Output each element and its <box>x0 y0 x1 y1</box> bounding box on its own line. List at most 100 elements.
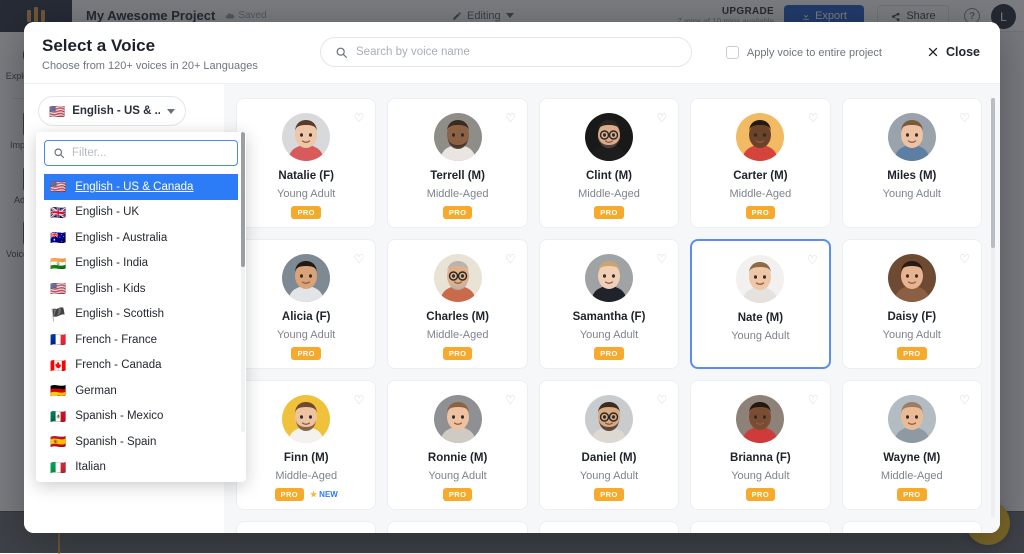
voice-avatar[interactable] <box>736 395 784 443</box>
voice-name: Terrell (M) <box>430 170 485 182</box>
flag-icon: 🇨🇦 <box>50 359 66 372</box>
voice-card[interactable]: ♡ <box>236 521 376 533</box>
voice-grid: ♡ Natalie (F)Young AdultPRO♡ Terrell (M)… <box>236 98 982 533</box>
language-option[interactable]: 🇫🇷French - France <box>44 327 238 353</box>
favorite-heart-icon[interactable]: ♡ <box>656 111 667 125</box>
voice-avatar[interactable] <box>282 113 330 161</box>
voice-badges: PRO <box>594 206 623 219</box>
grid-scrollbar-thumb[interactable] <box>991 98 995 248</box>
flag-icon: 🇬🇧 <box>50 206 66 219</box>
voice-card[interactable]: ♡ Finn (M)Middle-AgedPRO★NEW <box>236 380 376 510</box>
voice-card[interactable]: ♡ Daisy (F)Young AdultPRO <box>842 239 982 369</box>
favorite-heart-icon[interactable]: ♡ <box>959 252 970 266</box>
voice-card[interactable]: ♡ <box>539 521 679 533</box>
close-button[interactable]: Close <box>927 45 980 59</box>
flag-icon: 🇺🇸 <box>50 282 66 295</box>
language-option[interactable]: 🇮🇹Italian <box>44 455 238 475</box>
favorite-heart-icon[interactable]: ♡ <box>808 393 819 407</box>
language-filter-input[interactable] <box>72 147 222 159</box>
voice-card[interactable]: ♡ Natalie (F)Young AdultPRO <box>236 98 376 228</box>
voice-card[interactable]: ♡ Carter (M)Middle-AgedPRO <box>690 98 830 228</box>
language-option[interactable]: 🏴English - Scottish <box>44 302 238 328</box>
voice-avatar[interactable] <box>736 255 784 303</box>
voice-avatar[interactable] <box>282 395 330 443</box>
favorite-heart-icon[interactable]: ♡ <box>505 111 516 125</box>
language-option-label: Spanish - Spain <box>75 436 156 448</box>
language-option-list[interactable]: 🇺🇸English - US & Canada🇬🇧English - UK🇦🇺E… <box>44 174 238 474</box>
voice-avatar[interactable] <box>888 254 936 302</box>
voice-card[interactable]: ♡ Brianna (F)Young AdultPRO <box>690 380 830 510</box>
voice-badges: PRO <box>746 488 775 501</box>
voice-card[interactable]: ♡ Clint (M)Middle-AgedPRO <box>539 98 679 228</box>
favorite-heart-icon[interactable]: ♡ <box>959 393 970 407</box>
favorite-heart-icon[interactable]: ♡ <box>505 252 516 266</box>
favorite-heart-icon[interactable]: ♡ <box>656 393 667 407</box>
voice-card[interactable]: ♡ <box>842 521 982 533</box>
portrait-image <box>888 395 936 443</box>
voice-card[interactable]: ♡ Miles (M)Young Adult <box>842 98 982 228</box>
voice-name: Natalie (F) <box>278 170 334 182</box>
language-pane: 🇺🇸 English - US & ... 🇺🇸English - US & C… <box>24 84 224 533</box>
favorite-heart-icon[interactable]: ♡ <box>354 252 365 266</box>
language-option[interactable]: 🇺🇸English - US & Canada <box>44 174 238 200</box>
favorite-heart-icon[interactable]: ♡ <box>354 393 365 407</box>
favorite-heart-icon[interactable]: ♡ <box>959 111 970 125</box>
voice-avatar[interactable] <box>888 113 936 161</box>
voice-badges: PRO <box>897 347 926 360</box>
voice-avatar[interactable] <box>888 395 936 443</box>
dropdown-scrollbar-thumb[interactable] <box>241 132 245 267</box>
voice-name: Brianna (F) <box>730 452 791 464</box>
voice-name: Samantha (F) <box>573 311 646 323</box>
favorite-heart-icon[interactable]: ♡ <box>354 111 365 125</box>
search-input[interactable] <box>356 46 676 58</box>
new-badge-label: NEW <box>319 490 338 499</box>
voice-name: Clint (M) <box>586 170 632 182</box>
language-selector-button[interactable]: 🇺🇸 English - US & ... <box>38 96 186 126</box>
voice-avatar[interactable] <box>282 254 330 302</box>
voice-card[interactable]: ♡ Ronnie (M)Young AdultPRO <box>387 380 527 510</box>
voice-avatar[interactable] <box>585 395 633 443</box>
voice-card[interactable]: ♡ Wayne (M)Middle-AgedPRO <box>842 380 982 510</box>
voice-card[interactable]: ♡ Samantha (F)Young AdultPRO <box>539 239 679 369</box>
favorite-heart-icon[interactable]: ♡ <box>505 393 516 407</box>
language-option[interactable]: 🇩🇪German <box>44 378 238 404</box>
voice-card[interactable]: ♡ <box>690 521 830 533</box>
voice-card[interactable]: ♡ Terrell (M)Middle-AgedPRO <box>387 98 527 228</box>
language-option[interactable]: 🇬🇧English - UK <box>44 200 238 226</box>
voice-avatar[interactable] <box>585 113 633 161</box>
favorite-heart-icon[interactable]: ♡ <box>807 253 818 267</box>
voice-card[interactable]: ♡ Daniel (M)Young AdultPRO <box>539 380 679 510</box>
apply-voice-entire-project[interactable]: Apply voice to entire project <box>726 46 882 59</box>
favorite-heart-icon[interactable]: ♡ <box>808 111 819 125</box>
voice-card[interactable]: ♡ <box>387 521 527 533</box>
language-option[interactable]: 🇪🇸Spanish - Spain <box>44 429 238 455</box>
pro-badge: PRO <box>275 488 304 501</box>
voice-card[interactable]: ♡ Alicia (F)Young AdultPRO <box>236 239 376 369</box>
voice-badges: PRO <box>594 347 623 360</box>
portrait-image <box>585 113 633 161</box>
language-option[interactable]: 🇲🇽Spanish - Mexico <box>44 404 238 430</box>
voice-avatar[interactable] <box>736 113 784 161</box>
voice-avatar[interactable] <box>585 254 633 302</box>
apply-all-checkbox[interactable] <box>726 46 739 59</box>
language-dropdown[interactable]: 🇺🇸English - US & Canada🇬🇧English - UK🇦🇺E… <box>36 132 246 482</box>
favorite-heart-icon[interactable]: ♡ <box>656 252 667 266</box>
portrait-image <box>282 254 330 302</box>
language-option[interactable]: 🇦🇺English - Australia <box>44 225 238 251</box>
voice-avatar[interactable] <box>434 113 482 161</box>
pro-badge: PRO <box>897 347 926 360</box>
language-option-label: German <box>75 385 117 397</box>
language-filter-field[interactable] <box>44 140 238 166</box>
voice-card[interactable]: ♡ Charles (M)Middle-AgedPRO <box>387 239 527 369</box>
voice-card[interactable]: ♡ Nate (M)Young Adult <box>690 239 830 369</box>
language-option[interactable]: 🇮🇳English - India <box>44 251 238 277</box>
language-option-label: Spanish - Mexico <box>75 410 163 422</box>
voice-avatar[interactable] <box>434 395 482 443</box>
language-option[interactable]: 🇨🇦French - Canada <box>44 353 238 379</box>
search-icon <box>335 46 348 59</box>
voice-avatar[interactable] <box>434 254 482 302</box>
language-option[interactable]: 🇺🇸English - Kids <box>44 276 238 302</box>
voice-badges: PRO <box>594 488 623 501</box>
search-bar[interactable] <box>320 37 692 67</box>
portrait-image <box>434 254 482 302</box>
